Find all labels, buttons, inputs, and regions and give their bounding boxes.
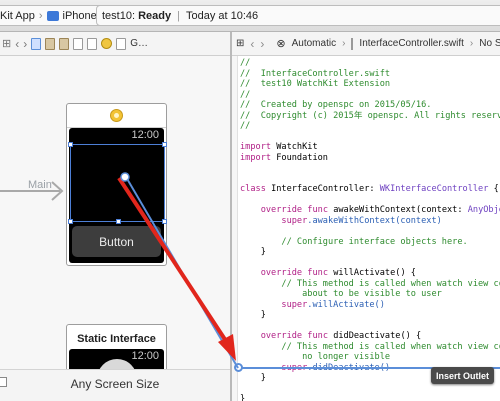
activity-viewer: test10: Ready | Today at 10:46 — [96, 5, 500, 26]
code-comment: // This method is called when watch view… — [281, 341, 500, 352]
back-arrow-icon[interactable]: ‹ — [15, 37, 19, 51]
source-code[interactable]: // // InterfaceController.swift // test1… — [240, 58, 500, 401]
code-comment: // Created by openspc on 2015/05/16. — [240, 100, 432, 110]
code-brace: { — [493, 184, 499, 194]
static-time-label: 12:00 — [131, 350, 159, 362]
selected-group[interactable] — [68, 142, 167, 224]
size-class-bar[interactable]: Any Screen Size — [0, 369, 230, 401]
status-separator: | — [177, 9, 180, 22]
editor-gutter — [232, 56, 238, 401]
code-comment: // — [240, 89, 251, 100]
code-keyword: override — [260, 205, 303, 215]
code-keyword: import — [240, 142, 272, 152]
scheme-separator: › — [38, 9, 43, 22]
code-brace: } — [260, 310, 266, 320]
grid-icon[interactable]: ⊞ — [2, 37, 11, 50]
storyboard-icon[interactable] — [73, 37, 84, 50]
folder-icon[interactable] — [59, 37, 70, 50]
assistant-file[interactable]: InterfaceController.swift — [359, 38, 464, 49]
code-comment: // — [240, 58, 251, 68]
code-comment: about to be visible to user — [302, 289, 442, 299]
status-time: Today at 10:46 — [185, 9, 259, 22]
scene-dock — [67, 104, 166, 128]
breadcrumb-chevron-icon: › — [469, 38, 474, 49]
assistant-jump-bar: ⊞ ‹› ⊗ Automatic › InterfaceController.s… — [232, 32, 500, 56]
watch-screen: 12:00 Button — [68, 128, 167, 263]
interface-controller-icon[interactable] — [101, 38, 113, 49]
scene-icon[interactable] — [87, 37, 98, 50]
resize-handle[interactable] — [68, 219, 73, 224]
code-comment: // Configure interface objects here. — [281, 236, 468, 247]
code-signature: willActivate() { — [333, 268, 416, 278]
interface-controller-scene[interactable]: 12:00 Button — [66, 103, 167, 266]
group-icon[interactable] — [116, 37, 127, 50]
controller-icon[interactable] — [110, 109, 123, 122]
code-keyword: import — [240, 152, 272, 163]
code-keyword: func — [307, 205, 328, 215]
code-signature: awakeWithContext(context: — [333, 205, 463, 215]
code-keyword: func — [307, 268, 328, 278]
code-keyword: override — [260, 331, 303, 341]
code-comment: // test10 WatchKit Extension — [240, 79, 391, 89]
jump-bar-group-label[interactable]: G… — [130, 38, 148, 49]
code-brace: } — [260, 373, 266, 383]
grid-icon[interactable]: ⊞ — [236, 38, 244, 49]
insert-outlet-tooltip: Insert Outlet — [431, 367, 494, 384]
swift-file-icon — [351, 37, 354, 50]
code-comment: // InterfaceController.swift — [240, 68, 391, 79]
resize-handle[interactable] — [116, 219, 121, 224]
code-type: AnyObject — [467, 205, 500, 215]
code-module: Foundation — [276, 152, 328, 163]
code-comment: // — [240, 121, 251, 131]
toolbar: Kit App › iPhone 6 test10: Ready | Today… — [0, 0, 500, 32]
status-time-label: 12:00 — [131, 129, 159, 141]
assistant-mode[interactable]: Automatic — [292, 38, 336, 49]
forward-arrow-icon[interactable]: › — [23, 37, 27, 51]
code-call: .awakeWithContext(context) — [307, 215, 442, 226]
code-comment: no longer visible — [302, 352, 391, 362]
status-project: test10: — [102, 9, 136, 22]
entry-point-arrow-icon — [0, 181, 64, 201]
code-comment: // This method is called when watch view… — [281, 278, 500, 289]
code-module: WatchKit — [276, 142, 318, 152]
project-file-icon[interactable] — [31, 37, 42, 50]
code-keyword: func — [307, 331, 328, 341]
code-comment: // Copyright (c) 2015年 openspc. All righ… — [240, 110, 500, 121]
storyboard-jump-bar: ⊞ ‹ › G… — [0, 32, 230, 56]
resize-handle[interactable] — [162, 142, 167, 147]
code-brace: } — [240, 394, 246, 401]
iphone-icon — [46, 10, 59, 21]
code-type: WKInterfaceController — [379, 184, 489, 194]
resize-handle[interactable] — [162, 219, 167, 224]
symbol-selector[interactable]: No Select — [479, 38, 500, 49]
code-keyword: override — [260, 268, 303, 278]
status-state: Ready — [138, 9, 172, 22]
breadcrumb-chevron-icon: › — [342, 38, 346, 49]
insertion-point-icon — [234, 363, 243, 372]
code-editor[interactable]: // // InterfaceController.swift // test1… — [232, 56, 500, 401]
code-call: .willActivate() — [307, 299, 385, 310]
resize-handle[interactable] — [68, 142, 73, 147]
code-brace: } — [260, 247, 266, 257]
watch-button[interactable]: Button — [72, 226, 161, 257]
scheme-target[interactable]: Kit App — [0, 10, 35, 22]
nav-arrows-icon[interactable]: ‹› — [250, 37, 270, 51]
folder-icon[interactable] — [45, 37, 56, 50]
code-keyword: class — [240, 184, 266, 194]
link-icon[interactable]: ⊗ — [276, 37, 285, 50]
code-keyword: super — [281, 299, 308, 310]
size-class-label[interactable]: Any Screen Size — [0, 377, 230, 391]
code-signature: didDeactivate() { — [333, 331, 422, 341]
code-class-name: InterfaceController: — [271, 184, 375, 194]
code-keyword: super — [281, 215, 308, 226]
static-interface-title: Static Interface — [77, 333, 156, 345]
